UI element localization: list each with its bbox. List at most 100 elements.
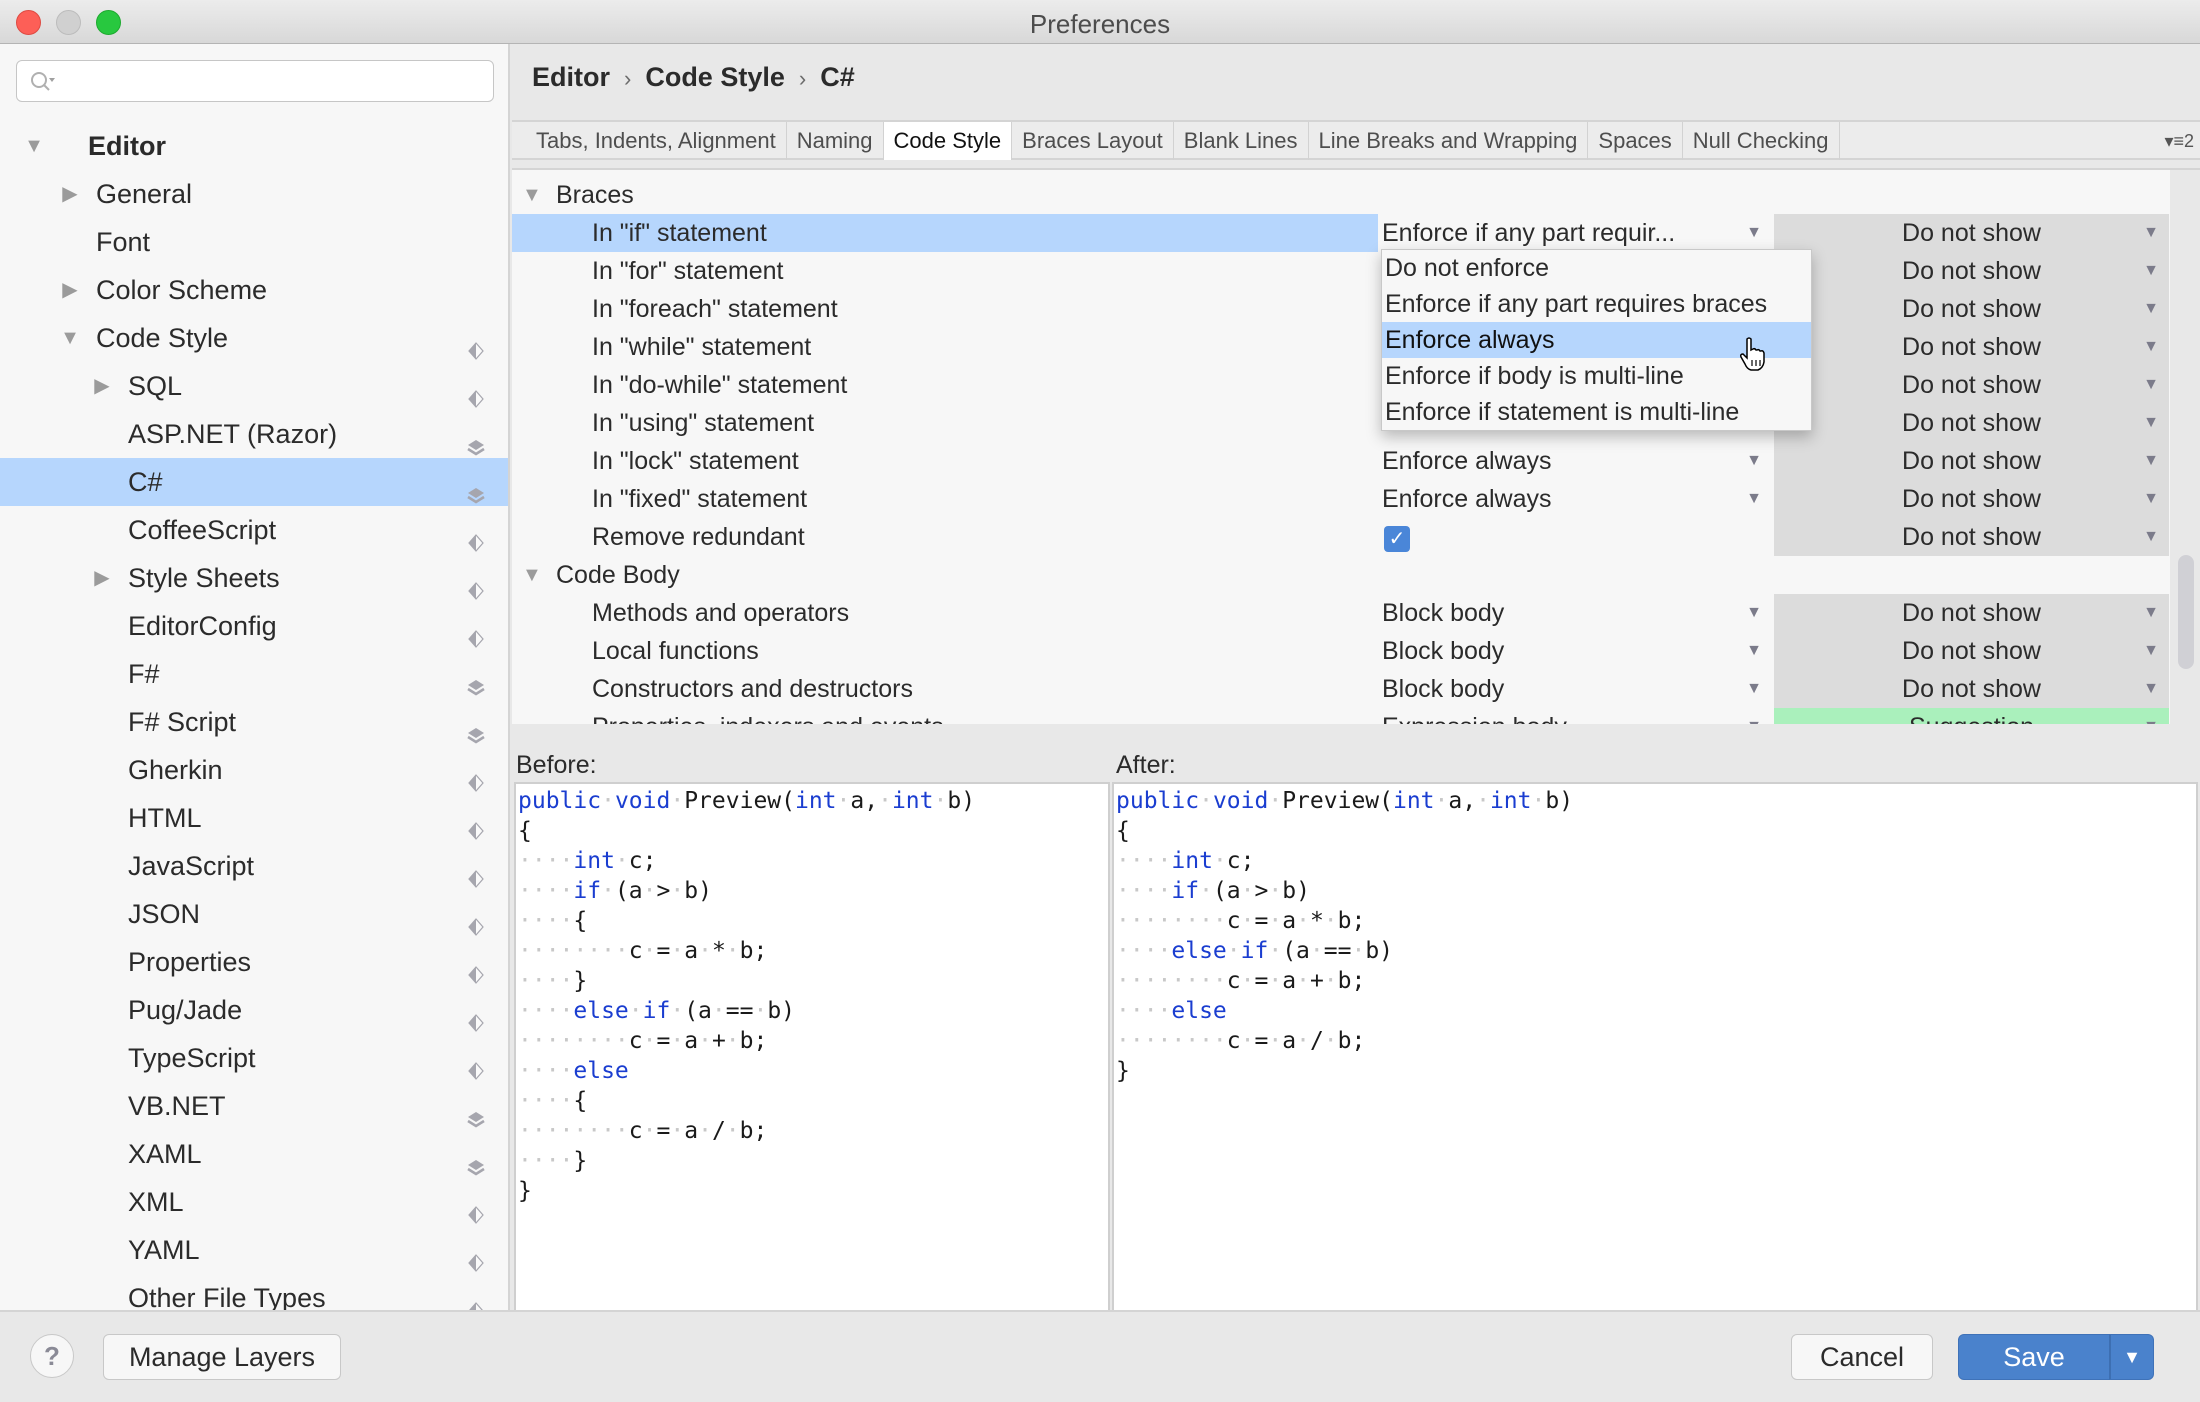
- severity-dropdown[interactable]: Do not show ▼: [1774, 328, 2169, 366]
- settings-row[interactable]: In "lock" statement Enforce always ▼ Do not…: [512, 442, 2169, 480]
- setting-value-dropdown[interactable]: Block body ▼: [1382, 670, 1774, 708]
- severity-dropdown[interactable]: Do not show ▼: [1774, 290, 2169, 328]
- sidebar-item-label: VB.NET: [128, 1091, 226, 1121]
- sidebar-item-code-style[interactable]: ▼ Code Style: [0, 314, 508, 362]
- cancel-button[interactable]: Cancel: [1791, 1334, 1933, 1380]
- sidebar-item-font[interactable]: Font: [0, 218, 508, 266]
- sidebar-item-xml[interactable]: XML: [0, 1178, 508, 1226]
- tab-braces-layout[interactable]: Braces Layout: [1012, 122, 1174, 160]
- collapsed-arrow-icon[interactable]: ▶: [90, 362, 114, 410]
- severity-dropdown[interactable]: Do not show ▼: [1774, 594, 2169, 632]
- expanded-arrow-icon[interactable]: ▼: [522, 176, 542, 214]
- tab-tabs-indents-alignment[interactable]: Tabs, Indents, Alignment: [526, 122, 787, 160]
- settings-row[interactable]: Properties, indexers and events Expressio…: [512, 708, 2169, 724]
- code-keyword: else: [573, 1058, 629, 1084]
- setting-value-dropdown[interactable]: Enforce if any part requir... ▼: [1382, 214, 1774, 252]
- tab-spaces[interactable]: Spaces: [1588, 122, 1683, 160]
- tab-naming[interactable]: Naming: [787, 122, 884, 160]
- tab-blank-lines[interactable]: Blank Lines: [1174, 122, 1309, 160]
- settings-row[interactable]: In "while" statement Do not show ▼: [512, 328, 2169, 366]
- settings-row[interactable]: In "fixed" statement Enforce always ▼ Do no…: [512, 480, 2169, 518]
- sidebar-item-editor[interactable]: ▼ Editor: [0, 122, 508, 170]
- save-button[interactable]: Save: [1958, 1334, 2110, 1380]
- remove-redundant-checkbox[interactable]: ✓: [1384, 526, 1410, 552]
- setting-value-dropdown[interactable]: Enforce always ▼: [1382, 480, 1774, 518]
- sidebar-item-c[interactable]: C#: [0, 458, 508, 506]
- sidebar-item-json[interactable]: JSON: [0, 890, 508, 938]
- severity-dropdown[interactable]: Do not show ▼: [1774, 214, 2169, 252]
- sidebar-item-gherkin[interactable]: Gherkin: [0, 746, 508, 794]
- settings-scrollbar[interactable]: [2170, 170, 2200, 724]
- whitespace-marker: ·: [1212, 848, 1227, 874]
- save-options-dropdown[interactable]: ▼: [2109, 1334, 2154, 1380]
- severity-value: Do not show: [1902, 409, 2041, 437]
- setting-value-dropdown[interactable]: Enforce always ▼: [1382, 442, 1774, 480]
- sidebar-item-xaml[interactable]: XAML: [0, 1130, 508, 1178]
- sidebar-item-vb-net[interactable]: VB.NET: [0, 1082, 508, 1130]
- code-keyword: int: [1171, 848, 1213, 874]
- sidebar-item-properties[interactable]: Properties: [0, 938, 508, 986]
- help-button[interactable]: ?: [30, 1334, 74, 1378]
- settings-row[interactable]: In "do-while" statement Do not show ▼: [512, 366, 2169, 404]
- sidebar-item-style-sheets[interactable]: ▶ Style Sheets: [0, 554, 508, 602]
- sidebar-item-f-script[interactable]: F# Script: [0, 698, 508, 746]
- tab-null-checking[interactable]: Null Checking: [1683, 122, 1840, 160]
- severity-dropdown[interactable]: Do not show ▼: [1774, 252, 2169, 290]
- settings-row[interactable]: Methods and operators Block body ▼ Do not s…: [512, 594, 2169, 632]
- setting-value-dropdown[interactable]: Block body ▼: [1382, 632, 1774, 670]
- sidebar-item-javascript[interactable]: JavaScript: [0, 842, 508, 890]
- severity-dropdown[interactable]: Do not show ▼: [1774, 632, 2169, 670]
- sidebar-item-sql[interactable]: ▶ SQL: [0, 362, 508, 410]
- scrollbar-thumb[interactable]: [2178, 555, 2194, 669]
- expanded-arrow-icon[interactable]: ▼: [22, 122, 46, 170]
- settings-row[interactable]: In "for" statement Do not show ▼: [512, 252, 2169, 290]
- severity-dropdown[interactable]: Do not show ▼: [1774, 480, 2169, 518]
- expanded-arrow-icon[interactable]: ▼: [522, 556, 542, 594]
- setting-value: Block body: [1382, 599, 1505, 627]
- settings-row[interactable]: In "if" statement Enforce if any part req…: [512, 214, 2169, 252]
- search-input[interactable]: [16, 60, 494, 102]
- sidebar-item-editorconfig[interactable]: EditorConfig: [0, 602, 508, 650]
- tab-code-style[interactable]: Code Style: [883, 122, 1013, 160]
- severity-dropdown[interactable]: Do not show ▼: [1774, 442, 2169, 480]
- setting-value-dropdown[interactable]: Block body ▼: [1382, 594, 1774, 632]
- settings-row[interactable]: In "using" statement Do not show ▼: [512, 404, 2169, 442]
- dropdown-option[interactable]: Enforce if any part requires braces: [1382, 286, 1811, 322]
- code-token: Preview(: [1282, 788, 1393, 814]
- settings-row[interactable]: Remove redundant ✓ Do not show ▼: [512, 518, 2169, 556]
- sidebar-item-pug-jade[interactable]: Pug/Jade: [0, 986, 508, 1034]
- manage-layers-button[interactable]: Manage Layers: [103, 1334, 341, 1380]
- setting-value-dropdown[interactable]: Expression body ▼: [1382, 708, 1774, 724]
- settings-row[interactable]: In "foreach" statement Do not show ▼: [512, 290, 2169, 328]
- settings-group-header[interactable]: ▼ Braces: [512, 176, 2169, 214]
- sidebar-item-yaml[interactable]: YAML: [0, 1226, 508, 1274]
- tab-line-breaks-and-wrapping[interactable]: Line Breaks and Wrapping: [1309, 122, 1589, 160]
- breadcrumb-item[interactable]: Editor: [532, 62, 610, 92]
- settings-row[interactable]: Local functions Block body ▼ Do not show ▼: [512, 632, 2169, 670]
- sidebar-item-other-file-types[interactable]: Other File Types: [0, 1274, 508, 1310]
- dropdown-option[interactable]: Enforce if statement is multi-line: [1382, 394, 1811, 430]
- sidebar-item-color-scheme[interactable]: ▶ Color Scheme: [0, 266, 508, 314]
- severity-dropdown[interactable]: Do not show ▼: [1774, 670, 2169, 708]
- severity-dropdown[interactable]: Suggestion ▼: [1774, 708, 2169, 724]
- sidebar-item-html[interactable]: HTML: [0, 794, 508, 842]
- expanded-arrow-icon[interactable]: ▼: [58, 314, 82, 362]
- severity-dropdown[interactable]: Do not show ▼: [1774, 404, 2169, 442]
- breadcrumb-item[interactable]: Code Style: [645, 62, 785, 92]
- sidebar-item-typescript[interactable]: TypeScript: [0, 1034, 508, 1082]
- sidebar-item-f[interactable]: F#: [0, 650, 508, 698]
- collapsed-arrow-icon[interactable]: ▶: [58, 170, 82, 218]
- severity-value: Do not show: [1902, 599, 2041, 627]
- whitespace-marker: ····: [1116, 848, 1172, 874]
- collapsed-arrow-icon[interactable]: ▶: [58, 266, 82, 314]
- collapsed-arrow-icon[interactable]: ▶: [90, 554, 114, 602]
- severity-dropdown[interactable]: Do not show ▼: [1774, 518, 2169, 556]
- severity-dropdown[interactable]: Do not show ▼: [1774, 366, 2169, 404]
- sidebar-item-general[interactable]: ▶ General: [0, 170, 508, 218]
- settings-row[interactable]: Constructors and destructors Block body ▼ D…: [512, 670, 2169, 708]
- sidebar-item-asp-net-razor[interactable]: ASP.NET (Razor): [0, 410, 508, 458]
- tabs-overflow-button[interactable]: ▾≡2: [2164, 122, 2194, 160]
- settings-group-header[interactable]: ▼ Code Body: [512, 556, 2169, 594]
- sidebar-item-coffeescript[interactable]: CoffeeScript: [0, 506, 508, 554]
- dropdown-option[interactable]: Do not enforce: [1382, 250, 1811, 286]
